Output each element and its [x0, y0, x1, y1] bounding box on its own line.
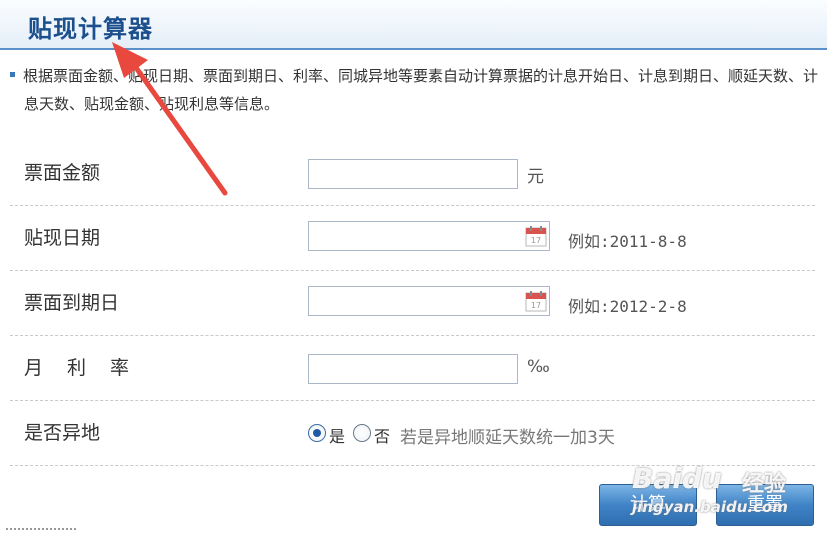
- discount-date-hint: 例如:2011-8-8: [568, 232, 687, 251]
- row-monthly-rate: 月利率 ‰: [10, 336, 815, 401]
- radio-no-label[interactable]: 否: [374, 423, 390, 447]
- is-remote-note: 若是异地顺延天数统一加3天: [400, 428, 615, 448]
- radio-yes-circle[interactable]: [308, 424, 326, 442]
- is-remote-label: 是否异地: [24, 422, 101, 444]
- discount-date-label: 贴现日期: [24, 227, 101, 249]
- discount-date-input[interactable]: [308, 221, 550, 251]
- calculate-button[interactable]: 计算: [599, 484, 697, 526]
- page-title: 贴现计算器: [28, 14, 153, 43]
- face-amount-input[interactable]: [308, 159, 518, 189]
- calendar-icon[interactable]: 17: [525, 225, 547, 247]
- bottom-edge-fragment: [6, 528, 76, 537]
- face-amount-label: 票面金额: [24, 162, 101, 184]
- svg-text:17: 17: [531, 236, 541, 245]
- bullet-icon: [10, 72, 15, 77]
- maturity-date-input[interactable]: [308, 286, 550, 316]
- description: 根据票面金额、贴现日期、票面到期日、利率、同城异地等要素自动计算票据的计息开始日…: [10, 62, 820, 118]
- maturity-date-hint: 例如:2012-2-8: [568, 297, 687, 316]
- description-text: 根据票面金额、贴现日期、票面到期日、利率、同城异地等要素自动计算票据的计息开始日…: [23, 67, 819, 113]
- row-face-amount: 票面金额 元: [10, 141, 815, 206]
- description-text-wrap: 根据票面金额、贴现日期、票面到期日、利率、同城异地等要素自动计算票据的计息开始日…: [10, 62, 820, 118]
- radio-no-circle[interactable]: [353, 424, 371, 442]
- monthly-rate-label: 月利率: [24, 357, 154, 379]
- monthly-rate-unit: ‰: [527, 357, 550, 377]
- header-bar: 贴现计算器: [0, 0, 827, 50]
- discount-calculator-page: 贴现计算器 根据票面金额、贴现日期、票面到期日、利率、同城异地等要素自动计算票据…: [0, 0, 827, 537]
- row-is-remote: 是否异地 是 否 若是异地顺延天数统一加3天: [10, 401, 815, 466]
- svg-text:17: 17: [531, 301, 541, 310]
- calendar-icon[interactable]: 17: [525, 290, 547, 312]
- reset-button[interactable]: 重置: [716, 484, 814, 526]
- maturity-date-label: 票面到期日: [24, 292, 120, 314]
- radio-yes-label[interactable]: 是: [329, 423, 345, 447]
- row-discount-date: 贴现日期 17 例如:2011-8-8: [10, 206, 815, 271]
- row-maturity-date: 票面到期日 17 例如:2012-2-8: [10, 271, 815, 336]
- monthly-rate-input[interactable]: [308, 354, 518, 384]
- face-amount-unit: 元: [527, 167, 544, 187]
